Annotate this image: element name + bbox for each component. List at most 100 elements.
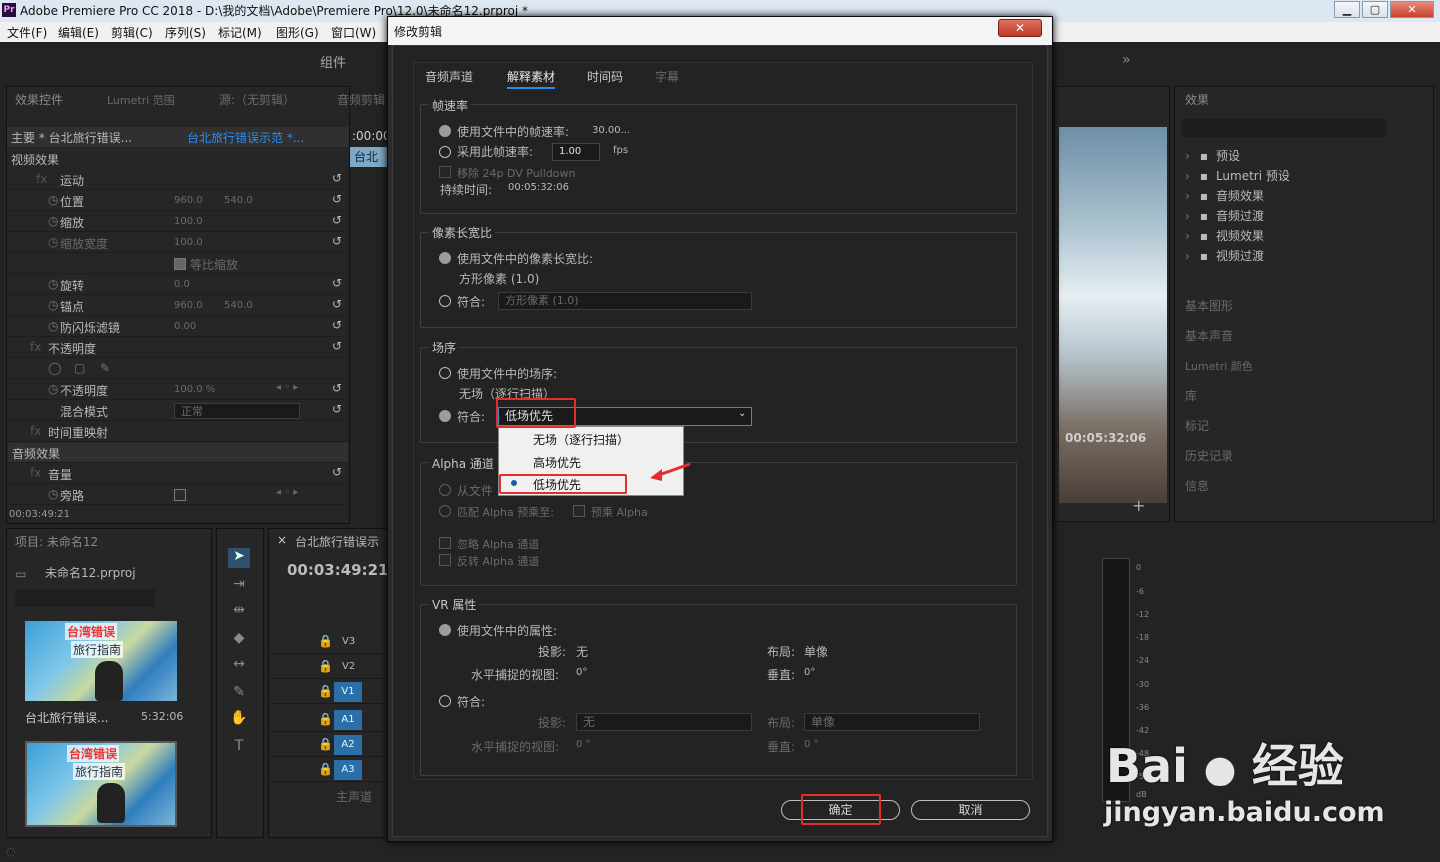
timeline-close-icon[interactable]: ×	[277, 533, 287, 547]
panel-tab-markers[interactable]: 标记	[1185, 417, 1209, 434]
track-select-icon[interactable]: ⇥	[228, 576, 250, 596]
ignore-alpha-checkbox[interactable]	[439, 537, 451, 549]
assume-framerate-radio[interactable]	[439, 146, 451, 158]
reset-icon[interactable]: ↺	[332, 276, 342, 290]
reset-icon[interactable]: ↺	[332, 339, 342, 353]
hand-icon[interactable]: ✋	[228, 710, 250, 730]
premult-checkbox[interactable]	[573, 505, 585, 517]
param-value[interactable]: 960.0	[174, 195, 203, 206]
use-file-field-radio[interactable]	[439, 367, 451, 379]
track-label[interactable]: V2	[342, 661, 355, 672]
param-value[interactable]: 100.0 %	[174, 384, 215, 395]
vr-projection-select[interactable]: 无	[576, 713, 752, 731]
reset-icon[interactable]: ↺	[332, 192, 342, 206]
param-value[interactable]: 0.00	[174, 321, 196, 332]
maximize-button[interactable]: ▢	[1362, 1, 1388, 18]
stopwatch-icon[interactable]: ◷	[48, 382, 58, 396]
tree-item[interactable]: › ▪ 视频效果	[1185, 227, 1290, 247]
track-label[interactable]: V1	[334, 682, 362, 702]
vr-c-hfov-value[interactable]: 0 °	[576, 739, 591, 750]
tab-effect-controls[interactable]: 效果控件	[15, 91, 63, 108]
selection-tool-icon[interactable]: ➤	[228, 548, 250, 568]
tab-captions[interactable]: 字幕	[655, 68, 679, 85]
option-upper-field[interactable]: 高场优先	[533, 454, 581, 471]
vr-c-vfov-value[interactable]: 0 °	[804, 739, 819, 750]
pen-icon[interactable]: ✎	[228, 684, 250, 704]
ellipse-mask-icon[interactable]: ◯	[48, 361, 61, 375]
project-search-input[interactable]	[15, 589, 155, 607]
panel-tab-libraries[interactable]: 库	[1185, 387, 1197, 404]
blend-mode-select[interactable]: 正常	[174, 403, 300, 419]
reset-icon[interactable]: ↺	[332, 381, 342, 395]
menu-window[interactable]: 窗口(W)	[331, 24, 376, 41]
cancel-button[interactable]: 取消	[911, 800, 1030, 820]
add-button-icon[interactable]: +	[1132, 496, 1145, 515]
reset-icon[interactable]: ↺	[332, 171, 342, 185]
type-tool-icon[interactable]: T	[228, 738, 250, 758]
panel-tab-essential-graphics[interactable]: 基本图形	[1185, 297, 1233, 314]
alpha-from-file-radio[interactable]	[439, 484, 451, 496]
tree-item[interactable]: › ▪ 音频效果	[1185, 187, 1290, 207]
bypass-checkbox[interactable]	[174, 489, 186, 501]
track-label[interactable]: A3	[334, 760, 362, 780]
workspace-label[interactable]: 组件	[320, 52, 346, 71]
param-value[interactable]: 100.0	[174, 216, 203, 227]
tab-audio-channels[interactable]: 音频声道	[425, 68, 473, 85]
tree-item[interactable]: › ▪ Lumetri 预设	[1185, 167, 1290, 187]
stopwatch-icon[interactable]: ◷	[48, 487, 58, 501]
vr-conform-radio[interactable]	[439, 695, 451, 707]
stopwatch-icon[interactable]: ◷	[48, 214, 58, 228]
menu-clip[interactable]: 剪辑(C)	[111, 24, 153, 41]
chevron-down-icon[interactable]: ⌄	[738, 408, 746, 419]
param-value[interactable]: 100.0	[174, 237, 203, 248]
stopwatch-icon[interactable]: ◷	[48, 319, 58, 333]
keyframe-nav-icon[interactable]: ◂ ◦ ▸	[276, 382, 298, 393]
option-progressive[interactable]: 无场（逐行扫描）	[533, 431, 629, 448]
menu-graphics[interactable]: 图形(G)	[276, 24, 319, 41]
invert-alpha-checkbox[interactable]	[439, 554, 451, 566]
pulldown-checkbox[interactable]	[439, 166, 451, 178]
stopwatch-icon[interactable]: ◷	[48, 298, 58, 312]
panel-tab-essential-sound[interactable]: 基本声音	[1185, 327, 1233, 344]
stopwatch-icon[interactable]: ◷	[48, 277, 58, 291]
slip-icon[interactable]: ↔	[228, 656, 250, 676]
reset-icon[interactable]: ↺	[332, 297, 342, 311]
conform-pixel-radio[interactable]	[439, 295, 451, 307]
menu-marker[interactable]: 标记(M)	[218, 24, 262, 41]
stopwatch-icon[interactable]: ◷	[48, 235, 58, 249]
alpha-match-radio[interactable]	[439, 505, 451, 517]
ripple-edit-icon[interactable]: ⇹	[228, 602, 250, 622]
master-clip-label[interactable]: 主要 * 台北旅行错误...	[11, 129, 132, 146]
track-label[interactable]: A1	[334, 710, 362, 730]
track-label[interactable]: A2	[334, 735, 362, 755]
tab-interpret-footage[interactable]: 解释素材	[507, 68, 556, 89]
timeline-title[interactable]: 台北旅行错误示	[295, 533, 379, 550]
project-title[interactable]: 项目: 未命名12	[15, 533, 98, 550]
use-file-pixel-radio[interactable]	[439, 252, 451, 264]
param-value-2[interactable]: 540.0	[224, 300, 253, 311]
minimize-button[interactable]: ▁	[1334, 1, 1360, 18]
reset-icon[interactable]: ↺	[332, 402, 342, 416]
vr-layout-select[interactable]: 单像	[804, 713, 980, 731]
reset-icon[interactable]: ↺	[332, 318, 342, 332]
effects-search-input[interactable]	[1181, 119, 1387, 137]
pixel-aspect-select[interactable]: 方形像素 (1.0)	[498, 292, 752, 310]
panel-tab-lumetri-color[interactable]: Lumetri 颜色	[1185, 358, 1253, 374]
tree-item[interactable]: › ▪ 音频过渡	[1185, 207, 1290, 227]
workspace-more-icon[interactable]: »	[1122, 52, 1131, 68]
vr-use-file-radio[interactable]	[439, 624, 451, 636]
ec-clip-bar[interactable]: 台北	[350, 147, 388, 167]
clip-thumbnail-1[interactable]: 台湾错误 旅行指南	[25, 621, 177, 701]
razor-icon[interactable]: ◆	[228, 630, 250, 650]
panel-tab-history[interactable]: 历史记录	[1185, 447, 1233, 464]
window-close-button[interactable]: ✕	[1390, 1, 1434, 18]
track-label[interactable]: V3	[342, 636, 355, 647]
panel-tab-info[interactable]: 信息	[1185, 477, 1209, 494]
dialog-close-button[interactable]: ✕	[998, 19, 1042, 37]
tree-item[interactable]: › ▪ 预设	[1185, 147, 1290, 167]
program-timecode[interactable]: 00:05:32:06	[1065, 431, 1146, 445]
tree-item[interactable]: › ▪ 视频过渡	[1185, 247, 1290, 267]
timeline-timecode[interactable]: 00:03:49:21	[287, 561, 389, 579]
keyframe-nav-icon[interactable]: ◂ ◦ ▸	[276, 487, 298, 498]
param-value[interactable]: 0.0	[174, 279, 190, 290]
